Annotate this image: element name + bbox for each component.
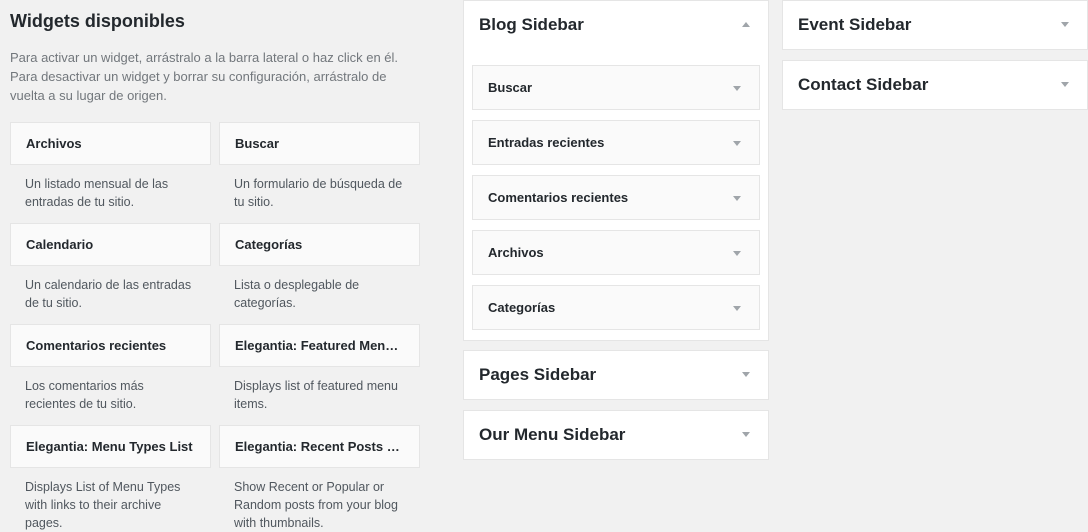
- widget-title[interactable]: Elegantia: Featured Menu Items: [219, 324, 420, 367]
- widget-title[interactable]: Archivos: [10, 122, 211, 165]
- available-widgets-list: Archivos Un listado mensual de las entrad…: [10, 122, 420, 530]
- arrow-up-icon[interactable]: [736, 15, 756, 35]
- sidebar-widget-archivos[interactable]: Archivos: [472, 230, 760, 275]
- sidebar-contact: Contact Sidebar: [782, 60, 1088, 110]
- arrow-down-icon[interactable]: [727, 189, 747, 207]
- widget-description: Show Recent or Popular or Random posts fr…: [234, 480, 398, 530]
- sidebar-widget-title: Comentarios recientes: [488, 190, 629, 205]
- sidebar-widget-categorias[interactable]: Categorías: [472, 285, 760, 330]
- widget-calendario: Calendario Un calendario de las entradas…: [10, 223, 211, 324]
- sidebar-our-menu: Our Menu Sidebar: [463, 410, 769, 460]
- arrow-down-icon[interactable]: [736, 365, 756, 385]
- widget-title[interactable]: Buscar: [219, 122, 420, 165]
- widget-title[interactable]: Elegantia: Menu Types List: [10, 425, 211, 468]
- widget-title[interactable]: Comentarios recientes: [10, 324, 211, 367]
- sidebar-title: Pages Sidebar: [479, 365, 597, 384]
- sidebar-widget-title: Buscar: [488, 80, 533, 95]
- available-widgets-description: Para activar un widget, arrástralo a la …: [10, 50, 399, 103]
- widget-description: Lista o desplegable de categorías.: [234, 278, 360, 310]
- arrow-down-icon[interactable]: [1055, 75, 1075, 95]
- sidebar-title: Event Sidebar: [798, 15, 912, 34]
- sidebar-header[interactable]: Pages Sidebar: [464, 351, 768, 399]
- widget-title[interactable]: Categorías: [219, 223, 420, 266]
- widget-categorias: Categorías Lista o desplegable de categor…: [219, 223, 420, 324]
- widget-description: Un listado mensual de las entradas de tu …: [25, 177, 169, 209]
- sidebar-title: Contact Sidebar: [798, 75, 929, 94]
- sidebar-header[interactable]: Our Menu Sidebar: [464, 411, 768, 459]
- arrow-down-icon[interactable]: [727, 79, 747, 97]
- widget-description: Un formulario de búsqueda de tu sitio.: [234, 177, 403, 209]
- sidebar-widget-title: Entradas recientes: [488, 135, 605, 150]
- widget-buscar: Buscar Un formulario de búsqueda de tu si…: [219, 122, 420, 223]
- sidebar-widget-title: Categorías: [488, 300, 556, 315]
- widget-menu-types-list: Elegantia: Menu Types List Displays List…: [10, 425, 211, 530]
- sidebar-header[interactable]: Blog Sidebar: [464, 1, 768, 49]
- sidebar-title: Our Menu Sidebar: [479, 425, 626, 444]
- sidebar-widget-buscar[interactable]: Buscar: [472, 65, 760, 110]
- widget-comentarios-recientes: Comentarios recientes Los comentarios má…: [10, 324, 211, 425]
- sidebar-header[interactable]: Contact Sidebar: [783, 61, 1087, 109]
- sidebar-widget-entradas-recientes[interactable]: Entradas recientes: [472, 120, 760, 165]
- widget-featured-menu-items: Elegantia: Featured Menu Items Displays …: [219, 324, 420, 425]
- arrow-down-icon[interactable]: [727, 299, 747, 317]
- widget-description: Un calendario de las entradas de tu sitio…: [25, 278, 192, 310]
- sidebar-pages: Pages Sidebar: [463, 350, 769, 400]
- arrow-down-icon[interactable]: [1055, 15, 1075, 35]
- widget-description: Los comentarios más recientes de tu sitio…: [25, 379, 144, 411]
- widget-title[interactable]: Elegantia: Recent Posts Widget: [219, 425, 420, 468]
- widget-recent-posts: Elegantia: Recent Posts Widget Show Rece…: [219, 425, 420, 530]
- sidebar-event: Event Sidebar: [782, 0, 1088, 50]
- sidebar-widget-title: Archivos: [488, 245, 544, 260]
- sidebar-widget-comentarios-recientes[interactable]: Comentarios recientes: [472, 175, 760, 220]
- available-widgets-panel: Widgets disponibles Para activar un widg…: [10, 0, 420, 530]
- widget-archivos: Archivos Un listado mensual de las entrad…: [10, 122, 211, 223]
- sidebar-header[interactable]: Event Sidebar: [783, 1, 1087, 49]
- arrow-down-icon[interactable]: [727, 244, 747, 262]
- widget-description: Displays list of featured menu items.: [234, 379, 398, 411]
- widget-title[interactable]: Calendario: [10, 223, 211, 266]
- widget-description: Displays List of Menu Types with links to…: [25, 480, 181, 530]
- arrow-down-icon[interactable]: [727, 134, 747, 152]
- arrow-down-icon[interactable]: [736, 425, 756, 445]
- sidebar-blog: Blog Sidebar Buscar Entradas recientes C…: [463, 0, 769, 341]
- available-widgets-title: Widgets disponibles: [10, 11, 185, 31]
- sidebar-title: Blog Sidebar: [479, 15, 584, 34]
